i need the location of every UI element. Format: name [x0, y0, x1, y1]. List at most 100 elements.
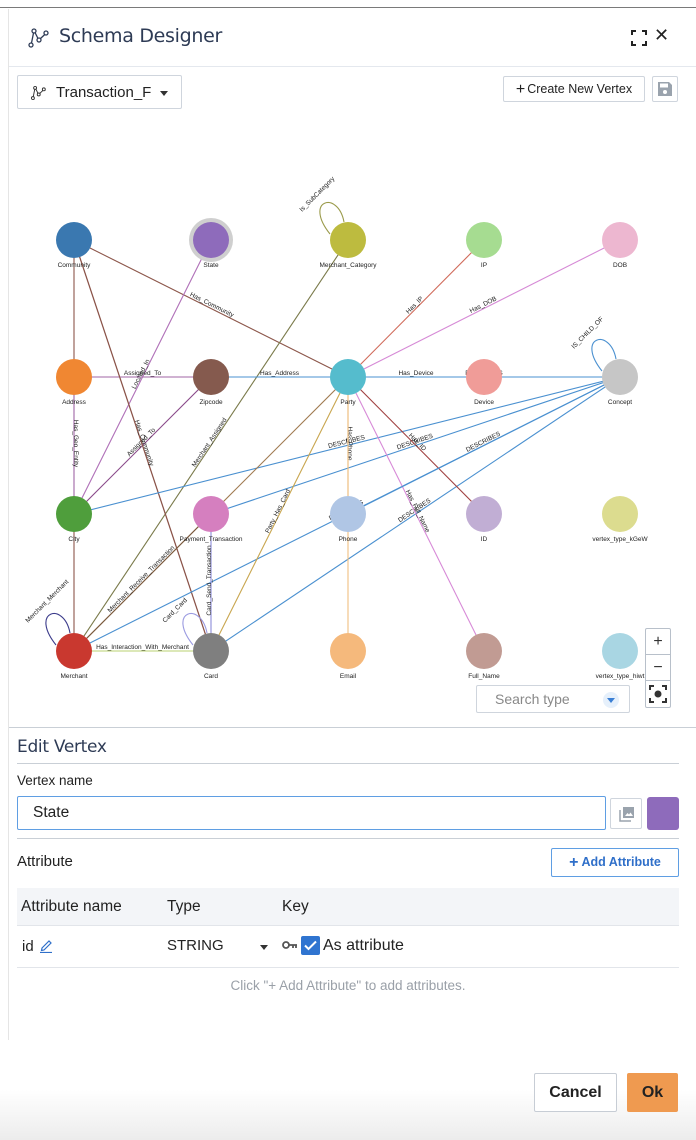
vertex-label: Community [58, 262, 92, 269]
vertex-circle[interactable] [330, 633, 366, 669]
as-attribute-checkbox[interactable] [301, 936, 320, 955]
vertex-circle[interactable] [193, 222, 229, 258]
edge[interactable]: Assigned_To [74, 370, 211, 378]
graph-select-dropdown[interactable]: Transaction_F [17, 75, 182, 109]
vertex-circle[interactable] [466, 222, 502, 258]
edge[interactable]: Has_Device [348, 370, 484, 378]
vertex-circle[interactable] [602, 222, 638, 258]
vertex-circle[interactable] [193, 359, 229, 395]
fullscreen-icon[interactable] [631, 30, 647, 46]
schema-graph-canvas[interactable]: Has_Community Located_In Is_SubCategory Mer… [9, 113, 696, 725]
create-new-vertex-button[interactable]: + Create New Vertex [503, 76, 645, 102]
divider [17, 763, 679, 764]
edge[interactable]: Party_Has_Card [210, 376, 349, 652]
vertex-node[interactable]: Merchant_Category [319, 222, 377, 269]
edit-vertex-title: Edit Vertex [17, 737, 107, 757]
edge[interactable]: Has_Full_Name [347, 376, 485, 652]
vertex-label: Zipcode [199, 399, 223, 406]
attribute-section-label: Attribute [17, 853, 73, 870]
plus-icon: + [569, 854, 579, 871]
edge[interactable]: Merchant_Receive_Transaction [73, 513, 212, 652]
edge[interactable]: DESCRIBES [347, 376, 621, 515]
vertex-circle[interactable] [193, 496, 229, 532]
vertex-node[interactable]: Phone [330, 496, 366, 543]
attribute-name: id [22, 938, 34, 955]
edge-label: Has_Geo_Entity [72, 420, 79, 468]
edge[interactable]: Has_Phone [346, 377, 353, 514]
vertex-circle[interactable] [56, 633, 92, 669]
edge[interactable]: Has_Community [73, 239, 212, 652]
attribute-type-select[interactable]: STRING [167, 937, 224, 954]
cancel-button[interactable]: Cancel [534, 1073, 617, 1112]
pencil-icon[interactable] [39, 937, 53, 953]
vertex-color-picker[interactable] [647, 797, 679, 830]
zoom-in-button[interactable]: + [646, 629, 670, 655]
close-icon[interactable]: ✕ [654, 25, 669, 46]
add-attribute-button[interactable]: + Add Attribute [551, 848, 679, 877]
vertex-node[interactable]: vertex_type_kGeW [592, 496, 648, 543]
edge-label: Has_Community [189, 291, 236, 319]
recenter-button[interactable] [646, 681, 670, 707]
vertex-node[interactable]: Merchant [56, 633, 92, 680]
vertex-circle[interactable] [466, 496, 502, 532]
edge[interactable]: Has_Geo_Entity [72, 377, 79, 514]
vertex-node[interactable]: State [189, 218, 233, 269]
edge-label: Card_Send_Transaction [206, 545, 213, 616]
edge[interactable]: Has_DOB [347, 239, 621, 378]
edge-label: Has_Interaction_With_Merchant [96, 644, 189, 651]
zoom-controls: + − [645, 628, 671, 708]
header-key: Key [282, 898, 309, 915]
vertex-image-button[interactable] [610, 798, 642, 829]
vertex-node[interactable]: Card [193, 633, 229, 680]
vertex-node[interactable]: vertex_type_hiwt [596, 633, 645, 680]
vertex-node[interactable]: Email [330, 633, 366, 680]
vertex-node[interactable]: IP [466, 222, 502, 269]
edge[interactable]: Has_Interaction_With_Merchant [74, 644, 211, 652]
vertex-circle[interactable] [466, 633, 502, 669]
edge[interactable]: Has_Address [211, 370, 348, 378]
edge-label: IS_CHILD_OF [570, 316, 605, 351]
vertex-circle[interactable] [466, 359, 502, 395]
dropdown-caret-icon[interactable] [603, 692, 619, 708]
edge[interactable]: Merchant_Merchant [24, 578, 71, 646]
vertex-circle[interactable] [602, 633, 638, 669]
dialog-footer: Cancel Ok [0, 1040, 696, 1140]
edge[interactable]: Has_ID [347, 376, 485, 515]
vertex-name-input[interactable] [17, 796, 606, 830]
vertex-node[interactable]: Address [56, 359, 92, 406]
vertex-label: IP [481, 262, 487, 269]
ok-button[interactable]: Ok [627, 1073, 678, 1112]
vertex-circle[interactable] [330, 496, 366, 532]
vertex-node[interactable]: City [56, 496, 92, 543]
vertex-circle[interactable] [56, 222, 92, 258]
edge-label: Merchant_Receive_Transaction [107, 544, 177, 614]
vertex-node[interactable]: Party [330, 359, 366, 406]
vertex-node[interactable]: Community [56, 222, 92, 269]
vertex-circle[interactable] [602, 359, 638, 395]
vertex-node[interactable]: DOB [602, 222, 638, 269]
vertex-node[interactable]: Full_Name [466, 633, 502, 680]
vertex-circle[interactable] [193, 633, 229, 669]
vertex-circle[interactable] [602, 496, 638, 532]
save-button[interactable] [652, 76, 678, 102]
edge-label: Merchant_Assigned [191, 417, 229, 469]
vertex-label: vertex_type_hiwt [596, 673, 645, 680]
vertex-label: Address [62, 399, 87, 406]
search-type-select[interactable]: Search type [476, 685, 630, 713]
vertex-circle[interactable] [56, 496, 92, 532]
vertex-node[interactable]: Concept [602, 359, 638, 406]
vertex-node[interactable]: ID [466, 496, 502, 543]
schema-graph-svg[interactable]: Has_CommunityLocated_InIs_SubCategoryMer… [9, 113, 696, 725]
vertex-circle[interactable] [56, 359, 92, 395]
zoom-out-button[interactable]: − [646, 655, 670, 681]
vertex-node[interactable]: Zipcode [193, 359, 229, 406]
vertex-circle[interactable] [330, 222, 366, 258]
vertex-circle[interactable] [330, 359, 366, 395]
chevron-down-icon[interactable] [260, 945, 268, 950]
edge[interactable]: Has_IP [347, 239, 485, 378]
vertex-node[interactable]: Device [466, 359, 502, 406]
vertex-node[interactable]: Payment_Transaction [180, 496, 243, 543]
edge[interactable]: Card_Send_Transaction [206, 514, 213, 651]
vertex-label: Phone [339, 536, 358, 543]
edge[interactable]: Is_SubCategory [298, 175, 345, 235]
